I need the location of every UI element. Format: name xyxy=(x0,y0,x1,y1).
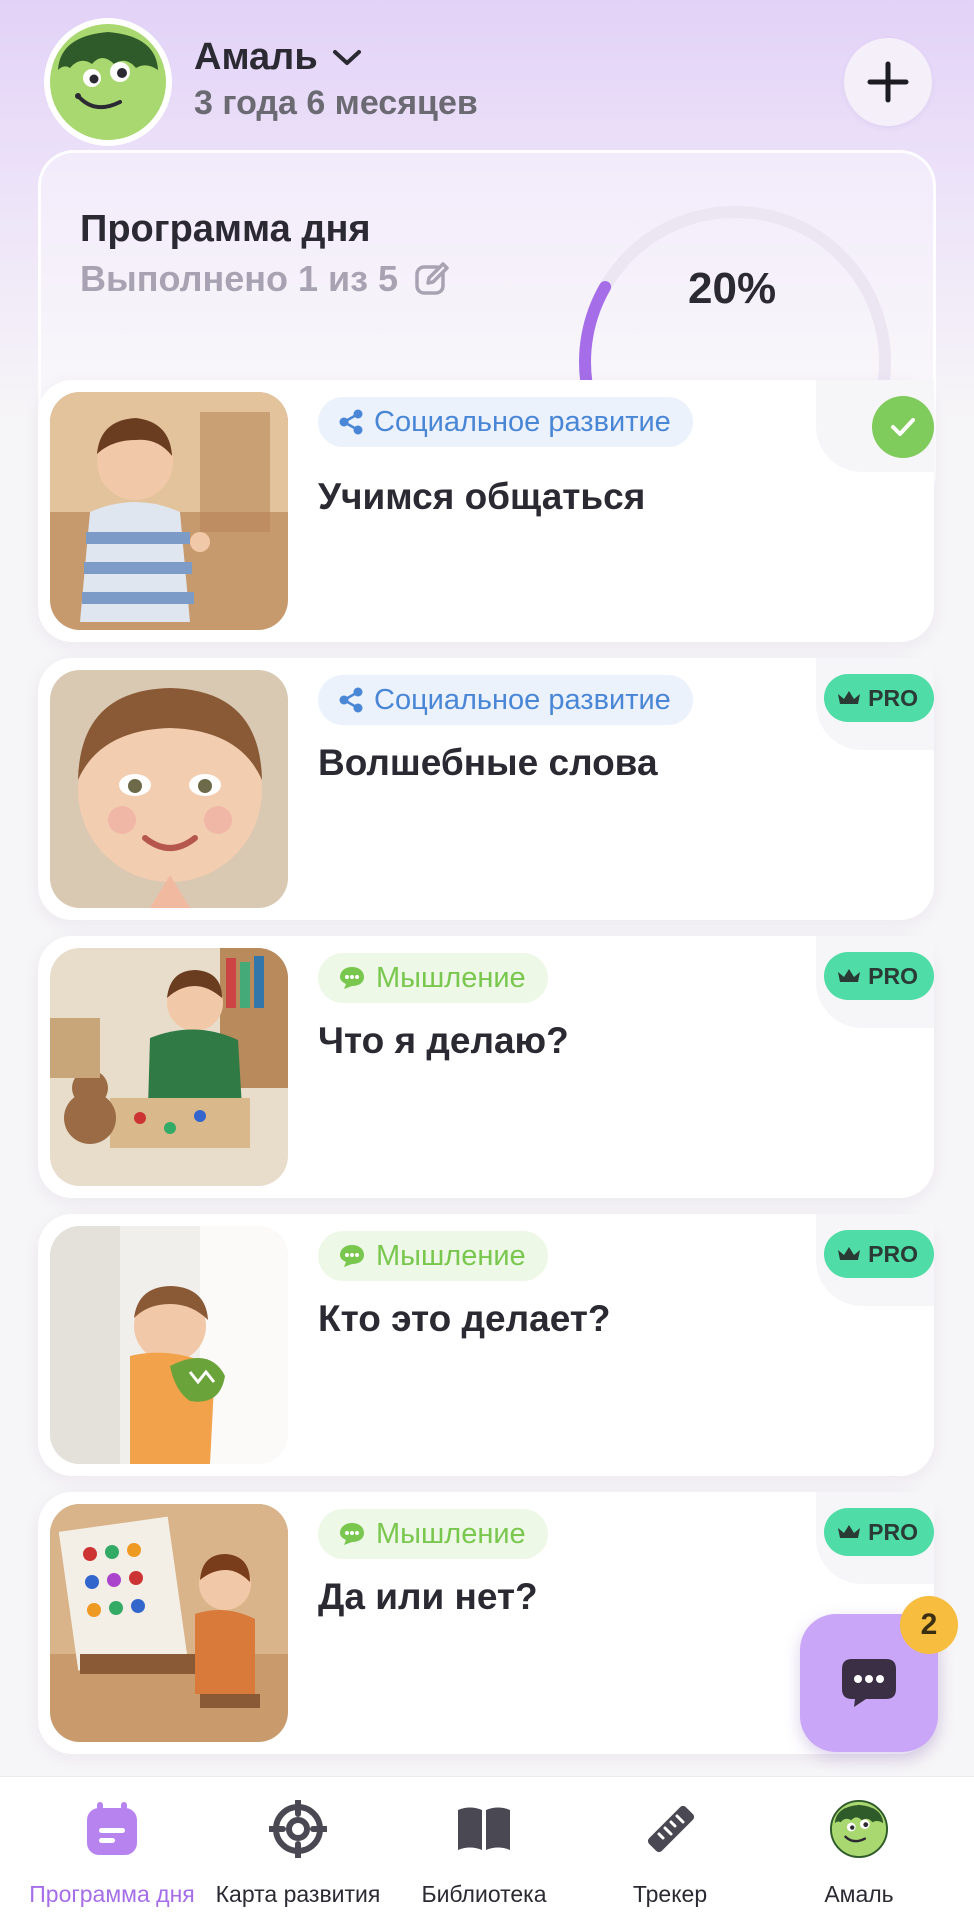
share-icon xyxy=(339,687,363,713)
profile-avatar-icon xyxy=(830,1800,888,1858)
category-tag: Социальное развитие xyxy=(318,397,693,447)
plus-icon xyxy=(867,61,909,103)
completed-text: Выполнено 1 из 5 xyxy=(80,258,399,299)
crown-icon xyxy=(838,969,861,982)
activity-card[interactable]: Социальное развитие Волшебные слова PRO xyxy=(38,658,934,920)
pro-label: PRO xyxy=(868,1240,918,1267)
thought-bubble-icon xyxy=(340,967,364,989)
category-tag: Мышление xyxy=(318,953,548,1003)
status-indicator: PRO xyxy=(824,1230,934,1278)
bottom-navigation: Программа дня Карта развития Библиотека xyxy=(0,1776,974,1920)
category-tag: Социальное развитие xyxy=(318,675,693,725)
activity-title: Кто это делает? xyxy=(318,1298,611,1339)
completed-check-icon xyxy=(872,396,934,458)
crown-icon xyxy=(838,1525,861,1538)
category-tag-label: Социальное развитие xyxy=(374,683,671,716)
program-title: Программа дня xyxy=(80,208,371,250)
pro-label: PRO xyxy=(868,1518,918,1545)
pro-badge: PRO xyxy=(824,674,934,722)
pro-label: PRO xyxy=(868,684,918,711)
nav-item-tracker[interactable]: Трекер xyxy=(573,1777,767,1920)
nav-label: Программа дня xyxy=(29,1881,195,1907)
nav-label: Амаль xyxy=(824,1881,894,1907)
target-icon xyxy=(269,1800,327,1858)
child-age: 3 года 6 месяцев xyxy=(194,84,478,122)
program-progress-summary: Выполнено 1 из 5 xyxy=(80,258,450,300)
pro-badge: PRO xyxy=(824,1230,934,1278)
child-avatar[interactable] xyxy=(44,18,172,146)
nav-item-development-map[interactable]: Карта развития xyxy=(201,1777,395,1920)
thought-bubble-icon xyxy=(340,1245,364,1267)
nav-label: Библиотека xyxy=(421,1881,547,1907)
activity-image xyxy=(50,948,288,1186)
status-indicator: PRO xyxy=(824,952,934,1000)
activity-title: Да или нет? xyxy=(318,1576,538,1617)
activity-card[interactable]: Социальное развитие Учимся общаться xyxy=(38,380,934,642)
add-button[interactable] xyxy=(844,38,932,126)
activity-title: Что я делаю? xyxy=(318,1020,569,1061)
edit-icon[interactable] xyxy=(414,261,450,297)
category-tag-label: Мышление xyxy=(376,961,526,994)
category-tag-label: Мышление xyxy=(376,1239,526,1272)
activity-title: Учимся общаться xyxy=(318,476,646,517)
activity-image xyxy=(50,670,288,908)
chevron-down-icon xyxy=(332,49,361,65)
pro-badge: PRO xyxy=(824,1508,934,1556)
activity-card[interactable]: Мышление Что я делаю? PRO xyxy=(38,936,934,1198)
pro-label: PRO xyxy=(868,962,918,989)
activity-image xyxy=(50,1504,288,1742)
crown-icon xyxy=(838,691,861,704)
status-indicator: PRO xyxy=(824,674,934,722)
progress-percent: 20% xyxy=(688,264,777,313)
activity-title: Волшебные слова xyxy=(318,742,658,783)
crown-icon xyxy=(838,1247,861,1260)
share-icon xyxy=(339,409,363,435)
activity-image xyxy=(50,1226,288,1464)
monster-avatar-icon xyxy=(50,24,166,140)
ruler-icon xyxy=(647,1805,695,1853)
status-indicator: PRO xyxy=(824,1508,934,1556)
book-icon xyxy=(458,1807,510,1850)
nav-item-library[interactable]: Библиотека xyxy=(387,1777,581,1920)
activity-image xyxy=(50,392,288,630)
nav-label: Трекер xyxy=(632,1881,708,1907)
child-name: Амаль xyxy=(194,36,318,78)
activity-card[interactable]: Мышление Кто это делает? PRO xyxy=(38,1214,934,1476)
child-name-selector[interactable]: Амаль xyxy=(194,36,362,79)
chat-unread-badge: 2 xyxy=(900,1596,958,1654)
chat-bubble-icon xyxy=(842,1659,896,1707)
nav-label: Карта развития xyxy=(215,1881,381,1907)
category-tag-label: Мышление xyxy=(376,1517,526,1550)
pro-badge: PRO xyxy=(824,952,934,1000)
category-tag-label: Социальное развитие xyxy=(374,405,671,438)
calendar-icon xyxy=(87,1802,137,1855)
nav-item-program[interactable]: Программа дня xyxy=(15,1777,209,1920)
thought-bubble-icon xyxy=(340,1523,364,1545)
nav-item-profile[interactable]: Амаль xyxy=(762,1777,956,1920)
category-tag: Мышление xyxy=(318,1231,548,1281)
status-indicator xyxy=(872,396,934,458)
category-tag: Мышление xyxy=(318,1509,548,1559)
